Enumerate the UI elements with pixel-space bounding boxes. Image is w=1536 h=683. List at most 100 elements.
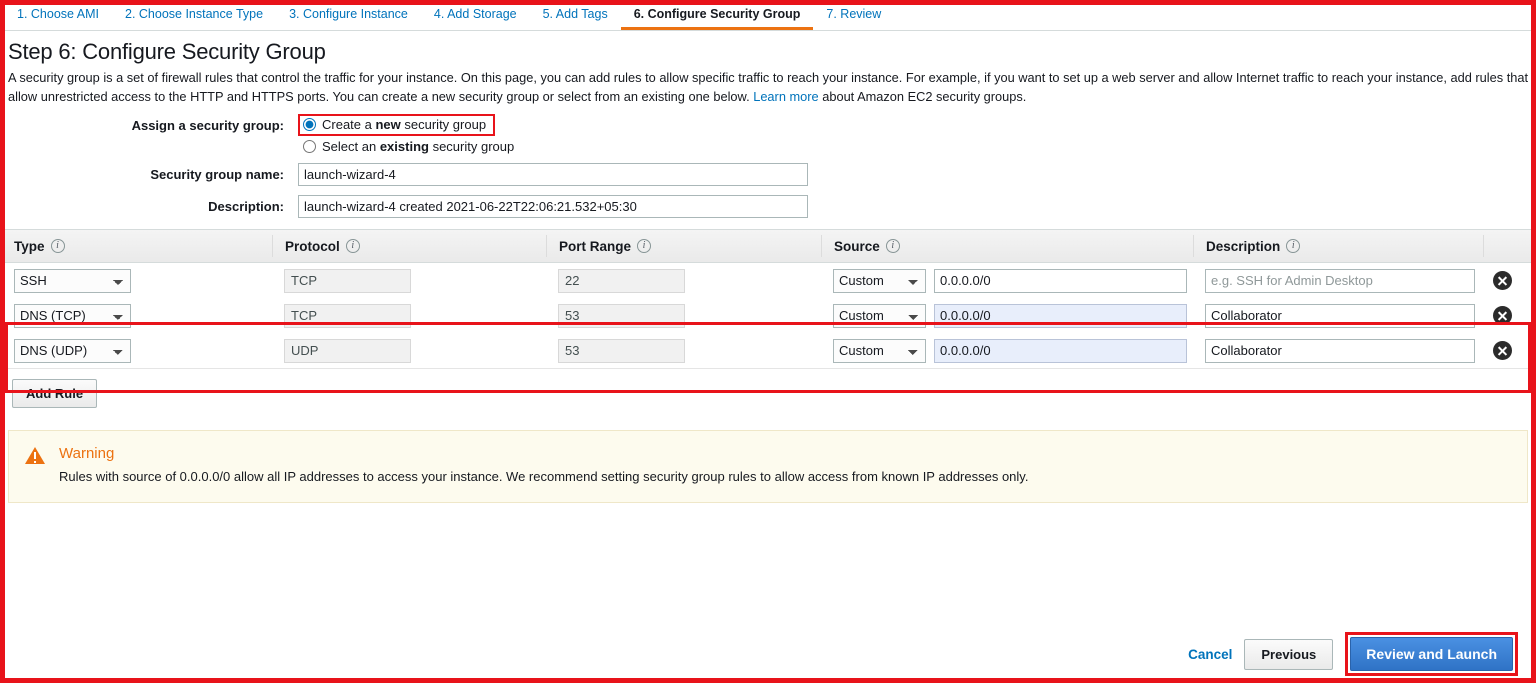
- delete-circle-x-icon[interactable]: [1493, 306, 1512, 325]
- rule-description-input[interactable]: [1205, 303, 1475, 328]
- source-info-icon[interactable]: i: [885, 239, 900, 253]
- radio-existing-bold: existing: [379, 139, 429, 154]
- radio-select-existing-label: Select an existing security group: [322, 139, 514, 154]
- review-and-launch-button[interactable]: Review and Launch: [1350, 637, 1513, 671]
- page-description-part2: about Amazon EC2 security groups.: [818, 89, 1027, 104]
- wizard-tab-configure-security-group[interactable]: 6. Configure Security Group: [620, 8, 814, 30]
- rule-type-select[interactable]: SSHDNS (TCP)DNS (UDP)HTTPHTTPSCustom TCP…: [14, 268, 131, 293]
- select-existing-security-group-row: Select an existing security group: [6, 139, 1530, 154]
- security-group-rules-table: Type i Protocol i Port Range i Source i …: [0, 229, 1536, 368]
- security-group-name-label: Security group name:: [150, 167, 284, 182]
- column-header-description-label: Description: [1206, 238, 1281, 254]
- rule-type-select[interactable]: SSHDNS (TCP)DNS (UDP)HTTPHTTPSCustom TCP…: [14, 338, 131, 363]
- radio-select-existing-input[interactable]: [303, 140, 316, 153]
- type-info-icon[interactable]: i: [50, 239, 65, 253]
- cancel-button[interactable]: Cancel: [1188, 647, 1232, 662]
- delete-circle-x-icon[interactable]: [1493, 271, 1512, 290]
- rule-port-range-value: 53: [558, 338, 685, 363]
- wizard-tab-choose-ami[interactable]: 1. Choose AMI: [4, 8, 112, 30]
- annotation-box-review-launch: Review and Launch: [1345, 632, 1518, 676]
- wizard-step-tabs: 1. Choose AMI 2. Choose Instance Type 3.…: [0, 0, 1536, 31]
- warning-banner: Warning Rules with source of 0.0.0.0/0 a…: [8, 430, 1528, 503]
- assign-security-group-label: Assign a security group:: [131, 117, 284, 133]
- rule-port-range-cell: 22: [546, 268, 821, 293]
- radio-create-new-bold: new: [375, 117, 401, 132]
- rule-protocol-value: TCP: [284, 268, 411, 293]
- rules-table-header-row: Type i Protocol i Port Range i Source i …: [0, 229, 1536, 263]
- security-group-name-input[interactable]: [298, 163, 808, 186]
- previous-button[interactable]: Previous: [1244, 638, 1334, 670]
- column-header-source-label: Source: [834, 238, 880, 254]
- rule-port-range-cell: 53: [546, 303, 821, 328]
- rule-description-input[interactable]: [1205, 338, 1475, 363]
- radio-existing-suffix: security group: [428, 139, 515, 154]
- rule-source-kind-select[interactable]: CustomAnywhereMy IP: [833, 303, 926, 328]
- port-range-info-icon[interactable]: i: [637, 239, 652, 253]
- rules-rows-container: SSHDNS (TCP)DNS (UDP)HTTPHTTPSCustom TCP…: [0, 263, 1536, 368]
- rule-source-cell: CustomAnywhereMy IP: [821, 268, 1193, 293]
- rule-port-range-value: 53: [558, 303, 685, 328]
- security-group-description-input[interactable]: [298, 195, 808, 218]
- rule-source-kind-select[interactable]: CustomAnywhereMy IP: [833, 338, 926, 363]
- protocol-info-icon[interactable]: i: [345, 239, 360, 253]
- wizard-tab-configure-instance[interactable]: 3. Configure Instance: [276, 8, 421, 30]
- page-description: A security group is a set of firewall ru…: [8, 68, 1530, 106]
- rule-source-value-input[interactable]: [934, 338, 1187, 363]
- column-header-port-range-label: Port Range: [559, 238, 632, 254]
- rule-delete-cell: [1483, 340, 1536, 362]
- wizard-tab-review[interactable]: 7. Review: [813, 8, 894, 30]
- radio-select-existing-security-group[interactable]: Select an existing security group: [298, 139, 514, 154]
- radio-create-new-input[interactable]: [303, 118, 316, 131]
- page-title: Step 6: Configure Security Group: [8, 39, 326, 64]
- rule-source-value-input[interactable]: [934, 268, 1187, 293]
- rule-description-cell: [1193, 303, 1483, 328]
- assign-security-group-row: Assign a security group: Create a new se…: [6, 114, 1530, 136]
- security-group-name-row: Security group name:: [6, 163, 1530, 186]
- ec2-launch-wizard-page: 1. Choose AMI 2. Choose Instance Type 3.…: [0, 0, 1536, 683]
- radio-create-new-security-group[interactable]: Create a new security group: [298, 114, 496, 136]
- security-group-description-label: Description:: [208, 199, 284, 214]
- rule-protocol-cell: TCP: [272, 268, 546, 293]
- learn-more-link[interactable]: Learn more: [753, 89, 818, 104]
- rule-source-kind-select[interactable]: CustomAnywhereMy IP: [833, 268, 926, 293]
- column-header-source: Source i: [821, 235, 1193, 257]
- column-header-type-label: Type: [14, 238, 45, 254]
- delete-circle-x-icon[interactable]: [1493, 341, 1512, 360]
- rule-type-cell: SSHDNS (TCP)DNS (UDP)HTTPHTTPSCustom TCP…: [0, 303, 272, 328]
- description-info-icon[interactable]: i: [1286, 239, 1301, 253]
- column-header-type: Type i: [0, 235, 272, 257]
- rule-protocol-value: UDP: [284, 338, 411, 363]
- wizard-tab-add-tags[interactable]: 5. Add Tags: [530, 8, 621, 30]
- rule-source-value-input[interactable]: [934, 303, 1187, 328]
- rule-protocol-value: TCP: [284, 303, 411, 328]
- column-header-description: Description i: [1193, 235, 1483, 257]
- radio-existing-prefix: Select an: [322, 139, 380, 154]
- column-header-protocol: Protocol i: [272, 235, 546, 257]
- wizard-tab-add-storage[interactable]: 4. Add Storage: [421, 8, 530, 30]
- rule-source-cell: CustomAnywhereMy IP: [821, 303, 1193, 328]
- rule-type-cell: SSHDNS (TCP)DNS (UDP)HTTPHTTPSCustom TCP…: [0, 338, 272, 363]
- column-header-port-range: Port Range i: [546, 235, 821, 257]
- rule-protocol-cell: UDP: [272, 338, 546, 363]
- rule-source-cell: CustomAnywhereMy IP: [821, 338, 1193, 363]
- rule-port-range-cell: 53: [546, 338, 821, 363]
- rule-description-cell: [1193, 268, 1483, 293]
- radio-create-new-prefix: Create a: [322, 117, 376, 132]
- rule-description-input[interactable]: [1205, 268, 1475, 293]
- rule-protocol-cell: TCP: [272, 303, 546, 328]
- add-rule-button[interactable]: Add Rule: [12, 379, 98, 408]
- warning-message: Rules with source of 0.0.0.0/0 allow all…: [59, 469, 1029, 484]
- column-header-protocol-label: Protocol: [285, 238, 340, 254]
- wizard-tab-choose-instance-type[interactable]: 2. Choose Instance Type: [112, 8, 276, 30]
- security-group-description-row: Description:: [6, 195, 1530, 218]
- rule-delete-cell: [1483, 305, 1536, 327]
- radio-create-new-label: Create a new security group: [322, 117, 486, 132]
- rule-row: SSHDNS (TCP)DNS (UDP)HTTPHTTPSCustom TCP…: [0, 263, 1536, 298]
- rule-type-cell: SSHDNS (TCP)DNS (UDP)HTTPHTTPSCustom TCP…: [0, 268, 272, 293]
- rule-row: SSHDNS (TCP)DNS (UDP)HTTPHTTPSCustom TCP…: [0, 298, 1536, 333]
- warning-text-block: Warning Rules with source of 0.0.0.0/0 a…: [59, 445, 1028, 486]
- warning-triangle-icon: [25, 447, 45, 465]
- rule-description-cell: [1193, 338, 1483, 363]
- rule-type-select[interactable]: SSHDNS (TCP)DNS (UDP)HTTPHTTPSCustom TCP…: [14, 303, 131, 328]
- warning-title: Warning: [59, 445, 115, 462]
